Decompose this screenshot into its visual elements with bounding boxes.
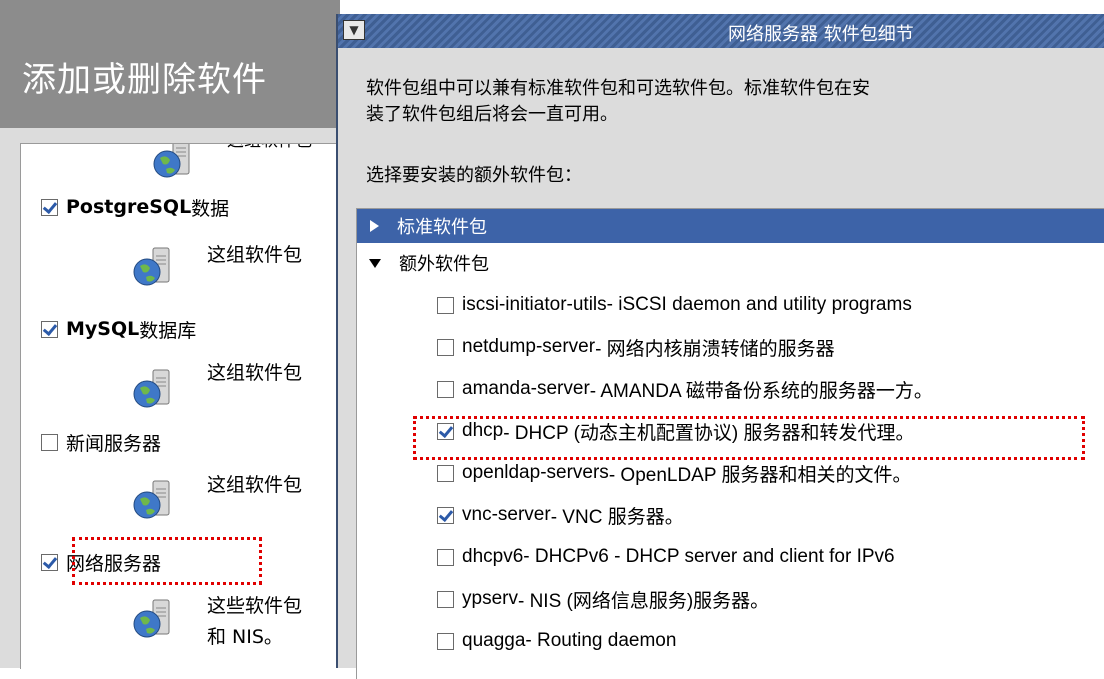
package-desc: - DHCP (动态主机配置协议) 服务器和转发代理。 xyxy=(503,422,915,444)
group-label: 网络服务器 xyxy=(66,552,162,575)
package-row-netdump-server[interactable]: netdump-server - 网络内核崩溃转储的服务器 xyxy=(437,331,835,363)
package-row-ypserv[interactable]: ypserv - NIS (网络信息服务)服务器。 xyxy=(437,583,769,615)
package-desc: - OpenLDAP 服务器和相关的文件。 xyxy=(608,464,912,486)
standard-packages-label: 标准软件包 xyxy=(397,217,487,238)
package-desc: - NIS (网络信息服务)服务器。 xyxy=(517,590,770,612)
dialog-prompt: 选择要安装的额外软件包： xyxy=(366,165,582,186)
group-label-bold: PostgreSQL xyxy=(66,196,192,218)
server-globe-icon xyxy=(133,480,170,519)
group-row-network-servers[interactable]: 网络服务器 xyxy=(21,547,162,577)
package-row-openldap-servers[interactable]: openldap-servers - OpenLDAP 服务器和相关的文件。 xyxy=(437,457,911,489)
package-name: iscsi-initiator-utils xyxy=(462,294,607,315)
collapse-arrow-icon[interactable] xyxy=(369,258,381,268)
chevron-down-icon[interactable]: ▼ xyxy=(343,20,365,40)
group-desc: 这组软件包 xyxy=(207,244,303,266)
package-name: netdump-server xyxy=(462,336,596,357)
package-row-vnc-server[interactable]: vnc-server - VNC 服务器。 xyxy=(437,499,684,531)
server-globe-icon xyxy=(133,247,170,286)
group-desc: 这组软件包 xyxy=(207,362,303,384)
package-name: openldap-servers xyxy=(462,462,609,483)
server-globe-icon xyxy=(133,369,170,408)
package-desc: - VNC 服务器。 xyxy=(550,506,684,528)
package-row-dhcpv6[interactable]: dhcpv6 - DHCPv6 - DHCP server and client… xyxy=(437,541,895,573)
group-desc-line2: 和 NIS。 xyxy=(207,626,283,648)
package-desc: - AMANDA 磁带备份系统的服务器一方。 xyxy=(589,380,933,402)
package-checkbox[interactable] xyxy=(437,296,454,314)
group-label: 新闻服务器 xyxy=(66,432,162,455)
package-desc: - 网络内核崩溃转储的服务器 xyxy=(595,338,835,360)
dialog-description-line1: 软件包组中可以兼有标准软件包和可选软件包。标准软件包在安 xyxy=(366,78,870,99)
group-checkbox-postgresql[interactable] xyxy=(41,198,58,216)
package-checkbox[interactable] xyxy=(437,590,454,608)
package-name: vnc-server xyxy=(462,504,551,525)
dialog-title: 网络服务器 软件包细节 xyxy=(728,24,914,45)
group-list[interactable]: 这组软件包 PostgreSQL 数据 这组软件包 MySQL 数据库 这组软件… xyxy=(20,143,343,669)
group-desc: 这组软件包 xyxy=(207,474,303,496)
package-checkbox[interactable] xyxy=(437,632,454,650)
package-checkbox[interactable] xyxy=(437,380,454,398)
tree-row-standard-packages[interactable]: 标准软件包 xyxy=(357,209,1104,243)
dialog-description: 软件包组中可以兼有标准软件包和可选软件包。标准软件包在安 装了软件包组后将会一直… xyxy=(366,76,870,128)
package-row-quagga[interactable]: quagga - Routing daemon xyxy=(437,625,676,657)
tree-row-extra-packages[interactable]: 额外软件包 xyxy=(357,247,489,279)
package-row-amanda-server[interactable]: amanda-server - AMANDA 磁带备份系统的服务器一方。 xyxy=(437,373,933,405)
group-checkbox-mysql[interactable] xyxy=(41,320,58,338)
package-checkbox[interactable] xyxy=(437,338,454,356)
bg-window-title: 添加或删除软件 xyxy=(22,60,267,100)
group-row-news-server[interactable]: 新闻服务器 xyxy=(21,427,162,457)
package-checkbox[interactable] xyxy=(437,548,454,566)
package-desc: - Routing daemon xyxy=(525,630,677,651)
group-label-bold: MySQL xyxy=(66,318,140,340)
group-checkbox-news-server[interactable] xyxy=(41,433,58,451)
package-checkbox[interactable] xyxy=(437,464,454,482)
package-details-dialog: ▼ 网络服务器 软件包细节 软件包组中可以兼有标准软件包和可选软件包。标准软件包… xyxy=(336,14,1104,679)
extra-packages-label: 额外软件包 xyxy=(399,254,489,275)
package-name: ypserv xyxy=(462,588,518,609)
group-row-mysql[interactable]: MySQL 数据库 xyxy=(21,314,197,344)
package-name: amanda-server xyxy=(462,378,590,399)
expand-arrow-icon[interactable] xyxy=(370,220,379,232)
group-desc-partial: 这组软件包 xyxy=(227,144,312,156)
package-desc: - iSCSI daemon and utility programs xyxy=(606,294,912,315)
dialog-titlebar[interactable]: ▼ 网络服务器 软件包细节 xyxy=(338,14,1104,48)
server-globe-icon xyxy=(153,144,190,178)
package-checkbox[interactable] xyxy=(437,506,454,524)
package-name: quagga xyxy=(462,630,526,651)
server-globe-icon xyxy=(133,599,170,638)
package-row-iscsi-initiator-utils[interactable]: iscsi-initiator-utils - iSCSI daemon and… xyxy=(437,289,912,321)
package-tree-list[interactable]: 标准软件包 额外软件包 iscsi-initiator-utils - iSCS… xyxy=(356,208,1104,679)
package-row-dhcp[interactable]: dhcp - DHCP (动态主机配置协议) 服务器和转发代理。 xyxy=(437,415,915,447)
group-checkbox-network-servers[interactable] xyxy=(41,553,58,571)
package-name: dhcp xyxy=(462,420,504,441)
group-row-postgresql[interactable]: PostgreSQL 数据 xyxy=(21,192,230,222)
group-desc: 这些软件包 xyxy=(207,595,303,617)
group-label: 数据库 xyxy=(139,319,197,342)
group-label: 数据 xyxy=(191,197,230,220)
package-name: dhcpv6 xyxy=(462,546,524,567)
bg-window-header: 添加或删除软件 xyxy=(0,0,340,128)
package-checkbox[interactable] xyxy=(437,422,454,440)
package-desc: - DHCPv6 - DHCP server and client for IP… xyxy=(523,546,895,567)
dialog-description-line2: 装了软件包组后将会一直可用。 xyxy=(366,104,618,125)
